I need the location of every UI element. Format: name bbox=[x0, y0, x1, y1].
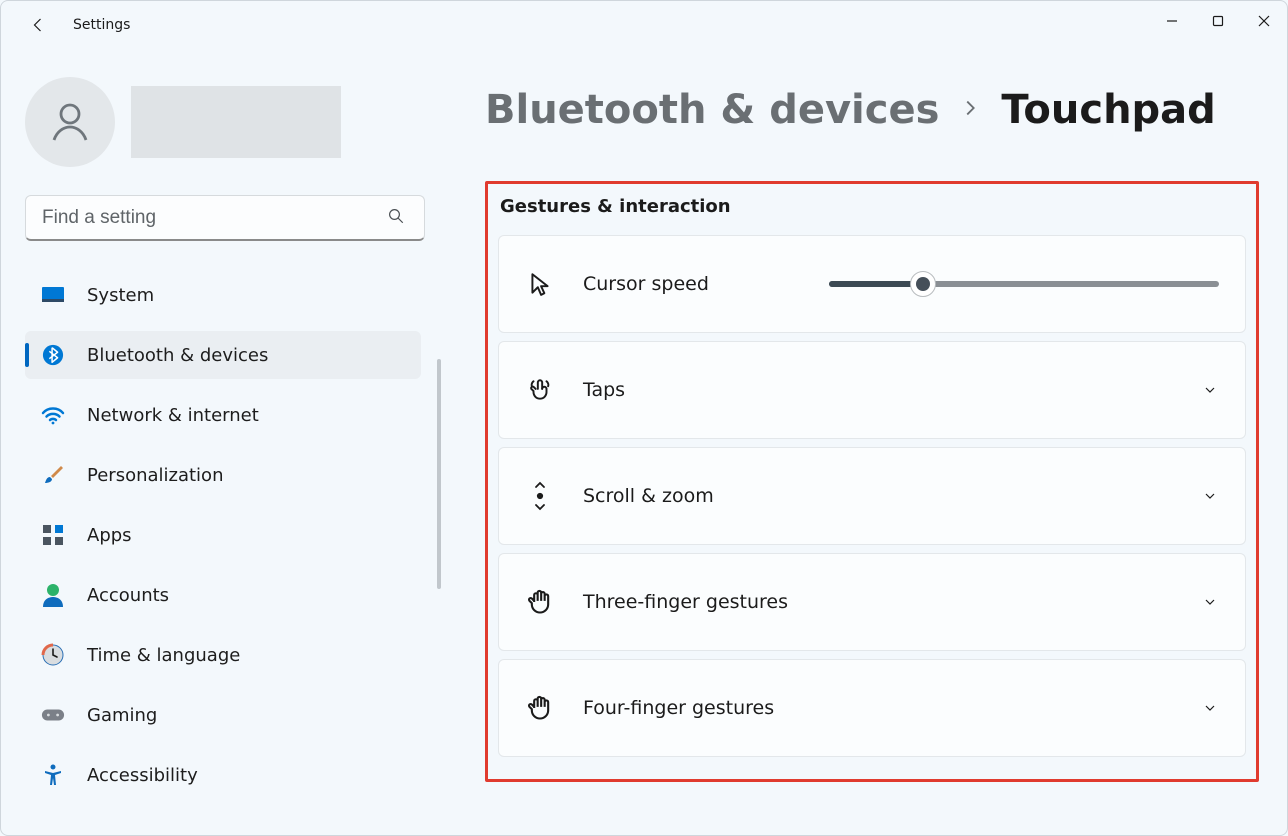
accessibility-icon bbox=[41, 763, 65, 787]
breadcrumb-current: Touchpad bbox=[1001, 87, 1215, 133]
breadcrumb: Bluetooth & devices Touchpad bbox=[485, 87, 1259, 133]
chevron-down-icon bbox=[1201, 699, 1219, 717]
cursor-speed-slider[interactable] bbox=[829, 281, 1219, 287]
cursor-icon bbox=[525, 269, 555, 299]
cursor-speed-label: Cursor speed bbox=[583, 273, 709, 295]
sidebar-item-label: Apps bbox=[87, 525, 132, 546]
sidebar-item-label: Accessibility bbox=[87, 765, 198, 786]
setting-row-scroll-zoom[interactable]: Scroll & zoom bbox=[498, 447, 1246, 545]
profile-block[interactable] bbox=[25, 77, 421, 167]
setting-label: Three-finger gestures bbox=[583, 591, 788, 613]
hand-three-icon bbox=[525, 587, 555, 617]
sidebar-item-time[interactable]: Time & language bbox=[25, 631, 421, 679]
cursor-speed-row: Cursor speed bbox=[498, 235, 1246, 333]
window-controls bbox=[1149, 1, 1287, 41]
clock-icon bbox=[41, 643, 65, 667]
sidebar-item-label: Accounts bbox=[87, 585, 169, 606]
sidebar-item-label: Time & language bbox=[87, 645, 240, 666]
settings-window: Settings bbox=[0, 0, 1288, 836]
bluetooth-icon bbox=[41, 343, 65, 367]
hand-four-icon bbox=[525, 693, 555, 723]
avatar bbox=[25, 77, 115, 167]
search-field[interactable] bbox=[25, 195, 421, 241]
maximize-button[interactable] bbox=[1195, 1, 1241, 41]
back-button[interactable] bbox=[21, 7, 57, 43]
close-button[interactable] bbox=[1241, 1, 1287, 41]
chevron-down-icon bbox=[1201, 487, 1219, 505]
user-name-placeholder bbox=[131, 86, 341, 158]
sidebar-item-personalization[interactable]: Personalization bbox=[25, 451, 421, 499]
system-icon bbox=[41, 283, 65, 307]
sidebar-item-bluetooth[interactable]: Bluetooth & devices bbox=[25, 331, 421, 379]
highlighted-section: Gestures & interaction Cursor speed bbox=[485, 181, 1259, 782]
minimize-button[interactable] bbox=[1149, 1, 1195, 41]
search-icon bbox=[387, 207, 405, 229]
paintbrush-icon bbox=[41, 463, 65, 487]
sidebar-item-accounts[interactable]: Accounts bbox=[25, 571, 421, 619]
setting-label: Taps bbox=[583, 379, 625, 401]
sidebar-item-accessibility[interactable]: Accessibility bbox=[25, 751, 421, 799]
setting-row-taps[interactable]: Taps bbox=[498, 341, 1246, 439]
sidebar-item-label: Personalization bbox=[87, 465, 223, 486]
setting-row-three-finger[interactable]: Three-finger gestures bbox=[498, 553, 1246, 651]
chevron-down-icon bbox=[1201, 593, 1219, 611]
wifi-icon bbox=[41, 403, 65, 427]
chevron-right-icon bbox=[959, 97, 981, 123]
gamepad-icon bbox=[41, 703, 65, 727]
setting-label: Four-finger gestures bbox=[583, 697, 774, 719]
chevron-down-icon bbox=[1201, 381, 1219, 399]
breadcrumb-parent[interactable]: Bluetooth & devices bbox=[485, 87, 939, 133]
sidebar-item-gaming[interactable]: Gaming bbox=[25, 691, 421, 739]
scroll-icon bbox=[525, 481, 555, 511]
sidebar-scrollbar[interactable] bbox=[437, 359, 441, 589]
slider-thumb[interactable] bbox=[910, 271, 936, 297]
accounts-icon bbox=[41, 583, 65, 607]
app-title: Settings bbox=[73, 17, 130, 33]
sidebar-item-label: Bluetooth & devices bbox=[87, 345, 268, 366]
sidebar-item-label: Gaming bbox=[87, 705, 157, 726]
apps-icon bbox=[41, 523, 65, 547]
sidebar: System Bluetooth & devices Network & inter… bbox=[1, 49, 441, 835]
section-title: Gestures & interaction bbox=[500, 196, 1246, 217]
sidebar-item-apps[interactable]: Apps bbox=[25, 511, 421, 559]
sidebar-item-network[interactable]: Network & internet bbox=[25, 391, 421, 439]
setting-label: Scroll & zoom bbox=[583, 485, 714, 507]
setting-row-four-finger[interactable]: Four-finger gestures bbox=[498, 659, 1246, 757]
sidebar-item-system[interactable]: System bbox=[25, 271, 421, 319]
sidebar-item-label: Network & internet bbox=[87, 405, 259, 426]
main-content: Bluetooth & devices Touchpad Gestures & … bbox=[441, 49, 1287, 835]
sidebar-item-label: System bbox=[87, 285, 154, 306]
title-bar: Settings bbox=[1, 1, 1287, 49]
nav-list: System Bluetooth & devices Network & inter… bbox=[25, 271, 421, 811]
search-input[interactable] bbox=[25, 195, 425, 241]
tap-icon bbox=[525, 375, 555, 405]
